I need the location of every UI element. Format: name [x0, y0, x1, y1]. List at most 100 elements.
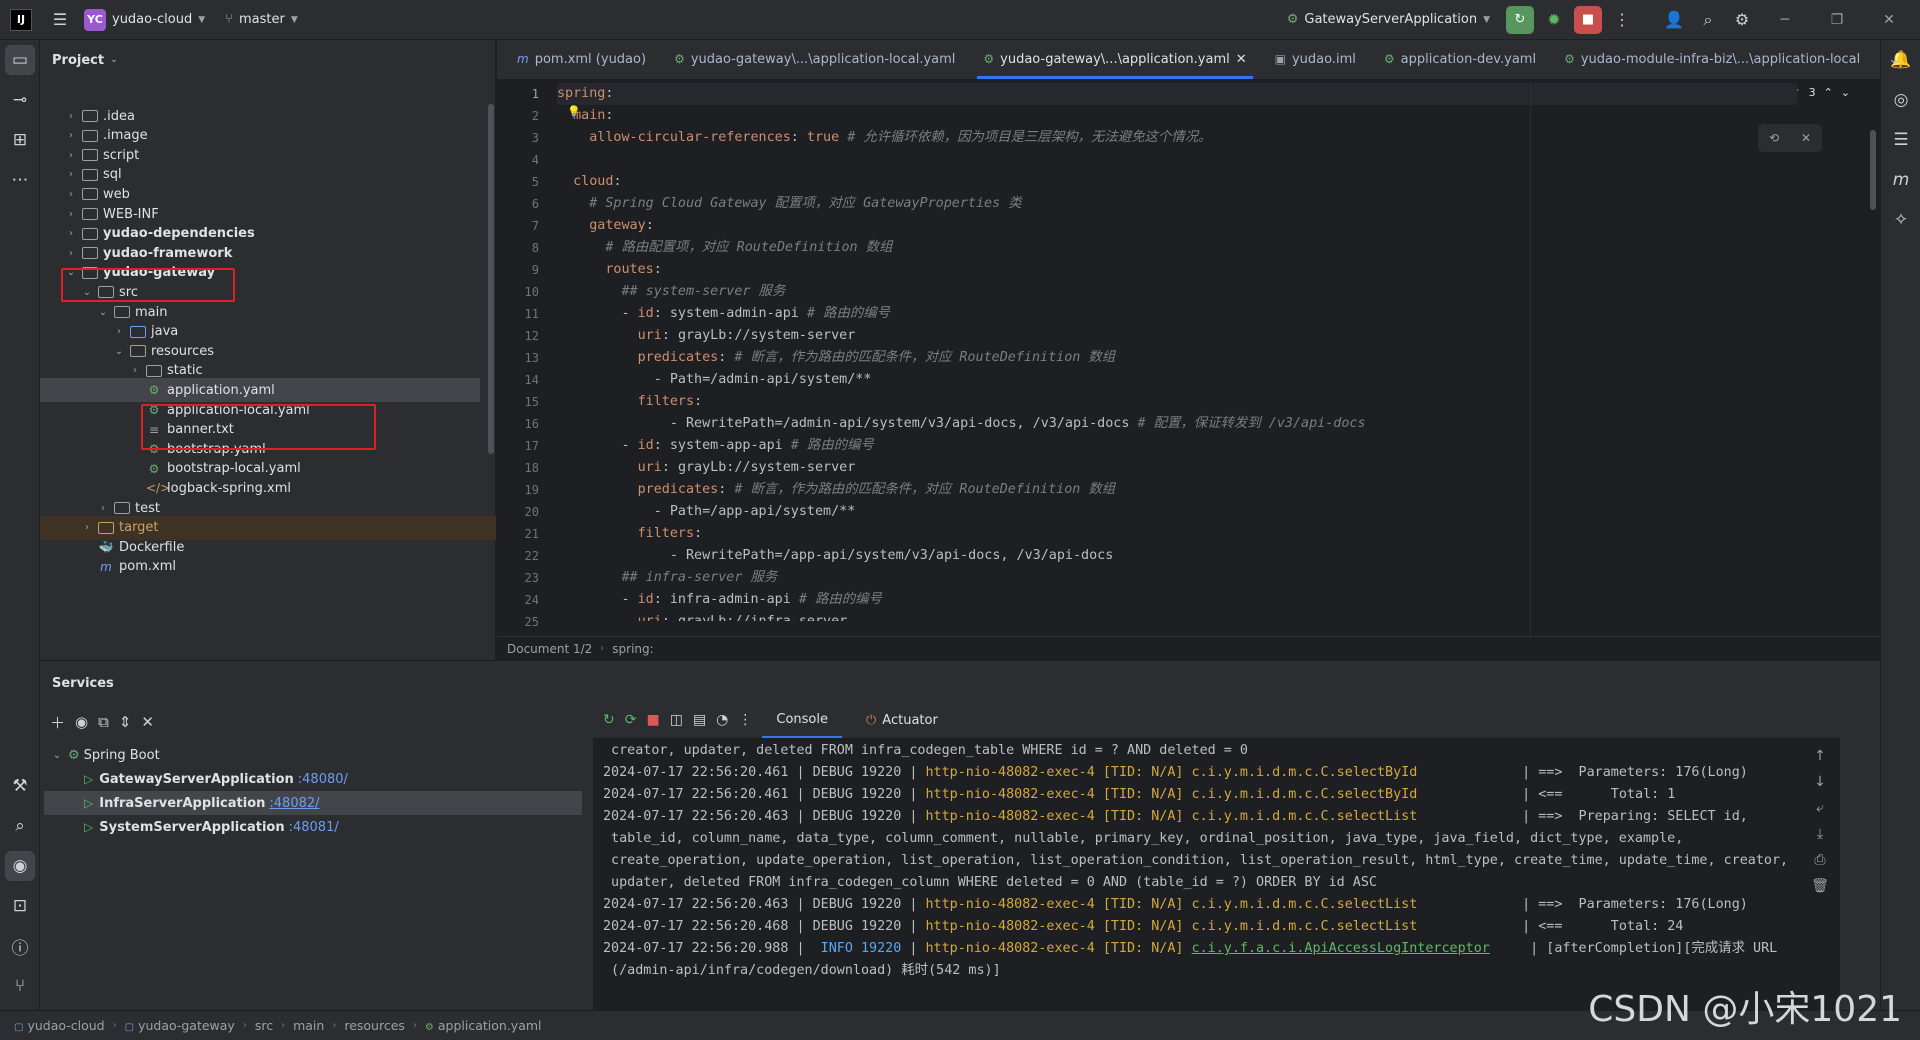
service-port-link[interactable]: :48082/: [269, 796, 319, 811]
rerun-button[interactable]: ↻: [1506, 5, 1534, 34]
dump-threads-icon[interactable]: ▤: [693, 712, 706, 728]
status-breadcrumb-item[interactable]: ▢ yudao-cloud: [14, 1018, 105, 1033]
chevron-right-icon[interactable]: ›: [64, 130, 78, 141]
console-output[interactable]: creator, updater, deleted FROM infra_cod…: [593, 738, 1800, 1010]
service-item[interactable]: ▷ SystemServerApplication:48081/: [84, 815, 339, 839]
branch-switcher[interactable]: ⑂ master ▼: [215, 5, 308, 35]
new-tab-icon[interactable]: ⧉: [98, 713, 109, 731]
chevron-right-icon[interactable]: ›: [64, 150, 78, 161]
chevron-down-icon[interactable]: ⌄: [96, 307, 110, 318]
project-switcher[interactable]: YC yudao-cloud ▼: [74, 5, 215, 35]
commit-tool-icon[interactable]: ⊸: [0, 80, 40, 120]
scroll-to-end-icon[interactable]: ⤓: [1817, 826, 1823, 842]
rerun-icon[interactable]: ↻: [603, 712, 615, 728]
scroll-down-icon[interactable]: ↓: [1814, 774, 1826, 790]
tree-item[interactable]: m pom.xml: [40, 555, 480, 579]
tab-console[interactable]: Console: [762, 702, 842, 738]
chevron-right-icon[interactable]: ›: [64, 111, 78, 122]
close-icon[interactable]: ✕: [1801, 131, 1811, 145]
main-menu-icon[interactable]: ☰: [46, 6, 74, 34]
maven-tool-icon[interactable]: m: [1881, 160, 1920, 200]
chevron-right-icon[interactable]: ›: [64, 209, 78, 220]
camera-icon[interactable]: ◫: [670, 712, 683, 728]
tab-actuator[interactable]: ⏻ Actuator: [852, 702, 952, 738]
yaml-path[interactable]: spring:: [612, 642, 653, 656]
run-config-selector[interactable]: ⚙ GatewayServerApplication ▼: [1277, 5, 1500, 35]
stop-button[interactable]: ■: [1574, 5, 1602, 34]
collapse-all-icon[interactable]: ✕: [141, 713, 154, 731]
terminal-tool-icon[interactable]: ⊡: [0, 886, 40, 926]
show-icon[interactable]: ◉: [75, 713, 88, 731]
service-port-link[interactable]: :48080/: [298, 772, 348, 787]
plugin-tool-icon[interactable]: ✧: [1881, 200, 1920, 240]
git-tool-icon[interactable]: ⑂: [0, 966, 40, 1006]
project-panel-header[interactable]: Project ⌄: [40, 40, 495, 80]
log-level: DEBUG 19220: [812, 787, 902, 802]
services-panel: Services ＋ ◉ ⧉ ⇕ ✕ ⌄ ⚙ Spring Boot ▷ Gateway…: [40, 661, 1880, 1010]
chevron-right-icon[interactable]: ›: [112, 326, 126, 337]
profiler-icon[interactable]: ◔: [716, 712, 728, 728]
chevron-right-icon[interactable]: ›: [80, 522, 94, 533]
close-window-icon[interactable]: ✕: [1866, 0, 1912, 40]
ai-assistant-icon[interactable]: ◎: [1881, 80, 1920, 120]
chevron-down-icon[interactable]: ⌄: [50, 750, 64, 761]
service-item[interactable]: ▷ GatewayServerApplication:48080/: [84, 767, 348, 791]
status-breadcrumb-item[interactable]: resources: [344, 1018, 405, 1033]
scroll-up-icon[interactable]: ↑: [1814, 748, 1826, 764]
editor-tab[interactable]: m pom.xml (yudao): [503, 39, 660, 79]
service-port-link[interactable]: :48081/: [289, 820, 339, 835]
chevron-right-icon[interactable]: ›: [64, 169, 78, 180]
more-actions-icon[interactable]: ⋮: [1608, 6, 1636, 34]
chevron-right-icon[interactable]: ›: [64, 228, 78, 239]
project-tool-icon[interactable]: ▭: [5, 45, 35, 75]
find-tool-icon[interactable]: ⌕: [0, 806, 40, 846]
status-breadcrumb-item[interactable]: src: [255, 1018, 273, 1033]
yaml-value: - Path=/app-api/system/**: [653, 504, 856, 519]
build-tool-icon[interactable]: ⚒: [0, 766, 40, 806]
status-breadcrumb-item[interactable]: ▢ yudao-gateway: [125, 1018, 235, 1033]
clear-all-icon[interactable]: 🗑: [1811, 878, 1829, 894]
expand-all-icon[interactable]: ⇕: [119, 713, 132, 731]
debug-icon[interactable]: ✹: [1540, 6, 1568, 34]
soft-wrap-icon[interactable]: ⤶: [1816, 800, 1824, 816]
editor-tab[interactable]: ▣ yudao.iml: [1261, 39, 1370, 79]
editor-tab[interactable]: ⚙ yudao-gateway\...\application-local.yam…: [660, 39, 969, 79]
database-tool-icon[interactable]: ☰: [1881, 120, 1920, 160]
chevron-right-icon[interactable]: ›: [128, 365, 142, 376]
editor-scrollbar[interactable]: [1870, 130, 1876, 210]
chevron-right-icon[interactable]: ›: [64, 248, 78, 259]
intellij-logo-icon[interactable]: IJ: [10, 8, 32, 31]
project-scrollbar[interactable]: [488, 104, 494, 454]
editor-tab[interactable]: ⚙ yudao-module-infra-biz\...\application-…: [1550, 39, 1874, 79]
close-tab-icon[interactable]: ✕: [1236, 52, 1247, 67]
code-view[interactable]: spring: main: allow-circular-references:…: [557, 81, 1797, 621]
chevron-down-icon[interactable]: ⌄: [112, 346, 126, 357]
editor-tab[interactable]: ⚙ application-dev.yaml: [1370, 39, 1550, 79]
print-icon[interactable]: ⎙: [1814, 852, 1825, 868]
intention-bulb-icon[interactable]: 💡: [567, 105, 581, 118]
chevron-right-icon[interactable]: ›: [96, 503, 110, 514]
status-breadcrumb-item[interactable]: ⚙ application.yaml: [425, 1018, 542, 1033]
more-icon[interactable]: ⋮: [738, 712, 752, 728]
settings-gear-icon[interactable]: ⚙: [1728, 6, 1756, 34]
chevron-right-icon[interactable]: ›: [64, 189, 78, 200]
log-class[interactable]: c.i.y.f.a.c.i.ApiAccessLogInterceptor: [1192, 941, 1490, 956]
tabs-overflow-icon[interactable]: ⌄: [1874, 39, 1913, 79]
editor-tab[interactable]: ⚙ yudao-gateway\...\application.yaml ✕: [969, 39, 1260, 79]
document-indicator[interactable]: Document 1/2: [507, 642, 592, 656]
status-breadcrumb-item[interactable]: main: [293, 1018, 324, 1033]
service-item[interactable]: ⌄ ⚙ Spring Boot: [50, 743, 160, 767]
code-with-me-icon[interactable]: 👤: [1660, 6, 1688, 34]
restore-icon[interactable]: ❐: [1814, 0, 1860, 40]
more-tools-icon[interactable]: ⋯: [0, 160, 40, 200]
problems-tool-icon[interactable]: ⓘ: [0, 926, 40, 966]
service-item[interactable]: ▷ InfraServerApplication:48082/: [44, 791, 582, 815]
minimize-icon[interactable]: ─: [1762, 0, 1808, 40]
rerun-failed-icon[interactable]: ⟳: [625, 712, 637, 728]
stop-icon[interactable]: ■: [646, 712, 659, 728]
search-icon[interactable]: ⌕: [1694, 6, 1722, 34]
tabs-menu-icon[interactable]: ⋮: [1913, 39, 1920, 79]
add-service-icon[interactable]: ＋: [50, 712, 65, 733]
structure-tool-icon[interactable]: ⊞: [0, 120, 40, 160]
services-tool-icon[interactable]: ◉: [5, 851, 35, 881]
